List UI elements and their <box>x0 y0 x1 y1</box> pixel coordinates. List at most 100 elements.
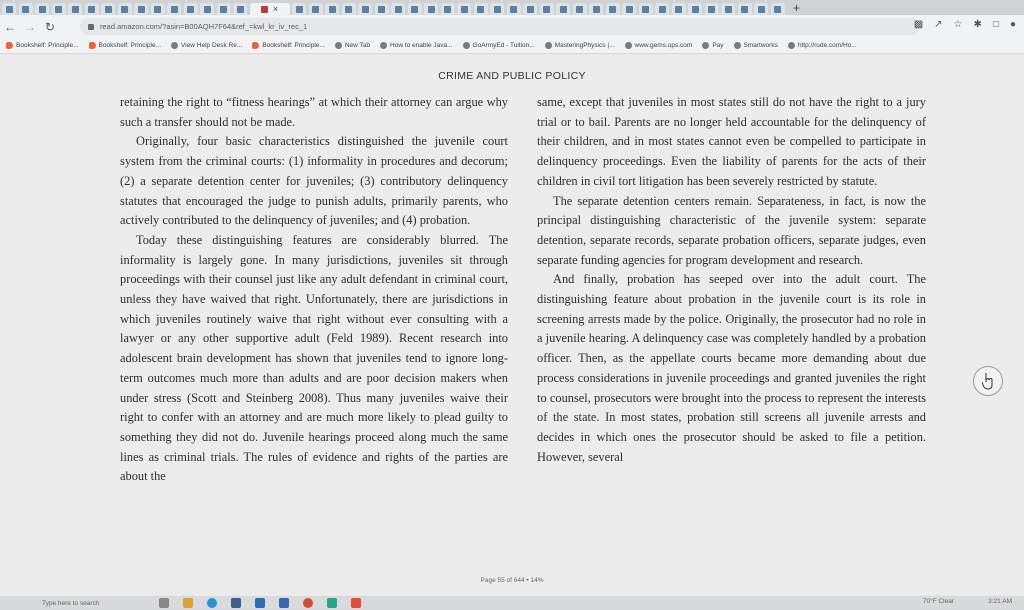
browser-tab[interactable] <box>737 3 752 15</box>
favicon-icon <box>493 5 501 13</box>
browser-tab[interactable] <box>688 3 702 15</box>
browser-tab[interactable] <box>308 3 323 15</box>
bookmark-item[interactable]: Bookshelf: Principle... <box>252 42 325 49</box>
browser-tab[interactable] <box>216 3 231 15</box>
browser-tab[interactable] <box>391 3 405 15</box>
active-tab[interactable]: × <box>249 3 290 15</box>
chrome-icon[interactable] <box>303 598 314 608</box>
back-icon[interactable]: ← <box>0 20 20 34</box>
browser-tab[interactable] <box>2 3 16 15</box>
browser-tab[interactable] <box>770 3 785 15</box>
browser-tab[interactable] <box>233 3 247 15</box>
favicon-icon <box>345 5 352 13</box>
browser-tab[interactable] <box>341 3 356 15</box>
browser-tab[interactable] <box>358 3 372 15</box>
browser-tab[interactable] <box>292 3 306 15</box>
browser-tab[interactable] <box>506 3 521 15</box>
browser-tab[interactable] <box>490 3 504 15</box>
bookmark-item[interactable]: New Tab <box>334 42 370 49</box>
profile-icon[interactable]: ● <box>1010 19 1016 30</box>
browser-tab[interactable] <box>572 3 587 15</box>
extensions-icon[interactable]: ✱ <box>974 19 982 30</box>
favicon-icon <box>170 5 178 13</box>
browser-tab[interactable] <box>117 3 132 15</box>
browser-tab[interactable] <box>671 3 686 15</box>
sidebar-icon[interactable]: □ <box>993 19 999 30</box>
close-tab-icon[interactable]: × <box>273 4 278 14</box>
browser-toolbar: ← → ↻ read.amazon.com/?asin=B00AQH7F64&r… <box>0 15 1024 38</box>
browser-tab[interactable] <box>622 3 636 15</box>
browser-tab[interactable] <box>101 3 115 15</box>
bookmarks-bar: Bookshelf: Principle... Bookshelf: Princi… <box>0 38 1024 54</box>
browser-tab[interactable] <box>51 3 66 15</box>
browser-tab[interactable] <box>457 3 471 15</box>
browser-tab[interactable] <box>655 3 669 15</box>
info-icon <box>787 42 795 49</box>
forward-icon[interactable]: → <box>20 20 40 34</box>
browser-tab[interactable] <box>523 3 537 15</box>
browser-tab[interactable] <box>84 3 99 15</box>
calculator-icon[interactable] <box>231 598 242 608</box>
clock[interactable]: 3:21 AM <box>988 598 1012 605</box>
browser-tab[interactable] <box>407 3 422 15</box>
bookmark-item[interactable]: Pay <box>702 42 724 49</box>
mastering-icon <box>544 42 552 49</box>
browser-tab[interactable] <box>605 3 620 15</box>
reload-icon[interactable]: ↻ <box>40 20 60 34</box>
address-bar[interactable]: read.amazon.com/?asin=B00AQH7F64&ref_=kw… <box>80 18 920 35</box>
bookmark-item[interactable]: www.gems.ups.com <box>624 42 693 49</box>
favicon-icon <box>55 5 62 13</box>
browser-tab[interactable] <box>183 3 198 15</box>
paragraph: The separate detention centers remain. S… <box>537 193 926 267</box>
store-icon[interactable] <box>279 598 290 608</box>
browser-tab[interactable] <box>721 3 735 15</box>
taskbar-search[interactable]: Type here to search <box>42 600 99 607</box>
bookmark-item[interactable]: View Help Desk Re... <box>171 42 242 49</box>
favicon-icon <box>444 5 451 13</box>
bookmark-item[interactable]: How to enable Java... <box>380 42 453 49</box>
favicon-icon <box>609 5 616 13</box>
browser-tab[interactable] <box>35 3 49 15</box>
bookmark-label: Smartworks <box>743 42 778 49</box>
browser-tab[interactable] <box>424 3 438 15</box>
gmail-icon[interactable] <box>351 598 362 608</box>
mail-icon[interactable] <box>255 598 266 608</box>
file-explorer-icon[interactable] <box>183 598 194 608</box>
bookmark-label: www.gems.ups.com <box>634 42 693 49</box>
bookmark-item[interactable]: http://rude.com/Ho... <box>787 42 857 49</box>
bookmark-item[interactable]: Bookshelf: Principle... <box>88 42 161 49</box>
edge-icon[interactable] <box>207 598 218 608</box>
browser-tab[interactable] <box>374 3 389 15</box>
bookmark-item[interactable]: GoArmyEd - Tuition... <box>462 42 535 49</box>
browser-tab[interactable] <box>539 3 554 15</box>
browser-tab[interactable] <box>18 3 33 15</box>
bookmark-label: http://rude.com/Ho... <box>797 42 857 49</box>
bookmark-item[interactable]: Smartworks <box>733 42 778 49</box>
favicon-icon <box>691 5 699 13</box>
translate-icon[interactable]: ▩ <box>914 19 923 30</box>
bookmark-item[interactable]: MasteringPhysics |... <box>544 42 615 49</box>
browser-tab[interactable] <box>440 3 455 15</box>
bookmark-label: How to enable Java... <box>390 42 453 49</box>
browser-tab[interactable] <box>704 3 719 15</box>
bookmark-star-icon[interactable]: ☆ <box>954 19 963 30</box>
browser-tab[interactable] <box>589 3 603 15</box>
browser-tab[interactable] <box>325 3 339 15</box>
browser-tab[interactable] <box>150 3 165 15</box>
browser-tab[interactable] <box>134 3 148 15</box>
browser-tab[interactable] <box>638 3 653 15</box>
share-icon[interactable]: ↗ <box>934 19 942 30</box>
new-tab-icon[interactable]: + <box>793 1 800 15</box>
task-view-icon[interactable] <box>159 598 170 608</box>
bookmark-item[interactable]: Bookshelf: Principle... <box>6 42 79 49</box>
browser-tab[interactable] <box>200 3 214 15</box>
pearson-icon <box>88 42 96 49</box>
browser-tab[interactable] <box>556 3 570 15</box>
browser-tab[interactable] <box>473 3 488 15</box>
browser-tab[interactable] <box>68 3 82 15</box>
browser-tab[interactable] <box>754 3 768 15</box>
weather-tray[interactable]: 70°F Clear <box>923 598 954 605</box>
teams-icon[interactable] <box>327 598 338 608</box>
favicon-icon <box>477 5 484 13</box>
browser-tab[interactable] <box>167 3 181 15</box>
